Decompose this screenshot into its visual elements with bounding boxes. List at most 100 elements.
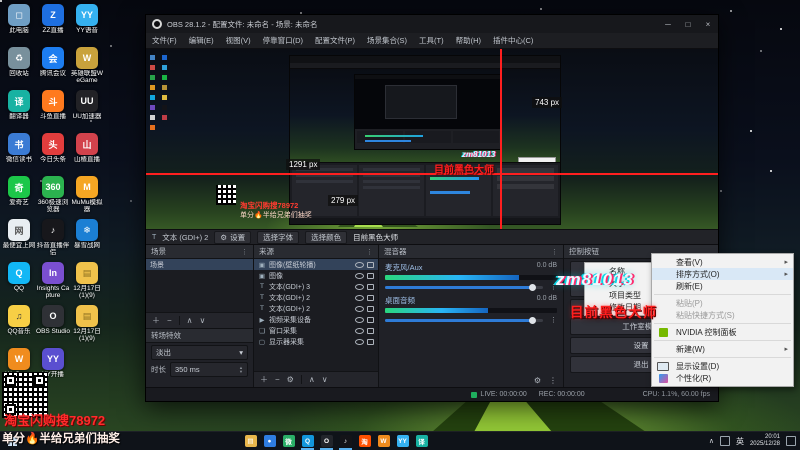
desktop-icon[interactable]: 会 腾讯会议	[36, 47, 70, 90]
desktop-icon[interactable]: UU UU加速器	[70, 90, 104, 133]
taskbar-app-button[interactable]: ●	[261, 432, 278, 450]
taskbar-app-button[interactable]: Q	[299, 432, 316, 450]
dock-menu-icon[interactable]: ⋮	[366, 248, 373, 256]
source-row[interactable]: ▶ 视频采集设备	[254, 314, 378, 325]
taskbar-app-button[interactable]: O	[318, 432, 335, 450]
desktop-icon[interactable]: 头 今日头条	[36, 133, 70, 176]
lock-icon[interactable]	[367, 316, 374, 323]
maximize-button[interactable]: □	[678, 15, 698, 33]
scene-up-button[interactable]: ∧	[187, 316, 193, 325]
desktop-icon[interactable]: 网 最便宜上网	[2, 219, 36, 262]
source-settings-button[interactable]: ⚙ 设置	[214, 230, 252, 244]
volume-slider[interactable]: ⋮	[385, 316, 557, 325]
desktop-icon[interactable]: M MuMu模拟器	[70, 176, 104, 219]
desktop-icon[interactable]: Z ZZ直播	[36, 4, 70, 47]
visibility-eye-icon[interactable]	[355, 327, 364, 334]
add-source-button[interactable]: ＋	[260, 374, 268, 385]
source-row[interactable]: ▣ 图像(壁纸轮播)	[254, 259, 378, 270]
close-button[interactable]: ×	[698, 15, 718, 33]
menubar-item[interactable]: 场景集合(S)	[361, 33, 413, 48]
desktop-icon[interactable]: ❄ 暴雪战网	[70, 219, 104, 262]
source-row[interactable]: T 文本(GDI+) 3	[254, 281, 378, 292]
tray-chevron-icon[interactable]: ∧	[709, 437, 714, 445]
menu-item-refresh[interactable]: 刷新(E)	[652, 280, 793, 292]
menubar-item[interactable]: 插件中心(C)	[487, 33, 539, 48]
menubar-item[interactable]: 编辑(E)	[183, 33, 220, 48]
menu-item-paste-shortcut[interactable]: 粘贴快捷方式(S)	[652, 309, 793, 321]
source-row[interactable]: ▣ 图像	[254, 270, 378, 281]
duration-spinner[interactable]: 350 ms ▲ ▼	[170, 362, 248, 377]
lock-icon[interactable]	[367, 261, 374, 268]
menu-item-paste[interactable]: 粘贴(P)	[652, 297, 793, 309]
taskbar-app-button[interactable]: 淘	[356, 432, 373, 450]
desktop-icon[interactable]: 斗 斗鱼直播	[36, 90, 70, 133]
minimize-button[interactable]: ─	[658, 15, 678, 33]
language-indicator[interactable]: 英	[736, 436, 744, 447]
desktop-icon[interactable]: W 英雄联盟WeGame	[70, 47, 104, 90]
select-font-button[interactable]: 选择字体	[257, 230, 300, 244]
menu-item-personalize[interactable]: 个性化(R)	[652, 372, 793, 384]
lock-icon[interactable]	[367, 327, 374, 334]
remove-scene-button[interactable]: −	[167, 316, 172, 325]
taskbar-app-button[interactable]: YY	[394, 432, 411, 450]
desktop-icon[interactable]: In Insights Capture	[36, 262, 70, 305]
menu-item-view[interactable]: 查看(V) ▸	[652, 256, 793, 268]
visibility-eye-icon[interactable]	[355, 316, 364, 323]
source-down-button[interactable]: ∨	[322, 375, 328, 384]
obs-titlebar[interactable]: OBS 28.1.2 - 配置文件: 未命名 - 场景: 未命名 ─ □ ×	[146, 15, 718, 33]
visibility-eye-icon[interactable]	[355, 338, 364, 345]
menubar-item[interactable]: 帮助(H)	[450, 33, 487, 48]
visibility-eye-icon[interactable]	[355, 294, 364, 301]
source-row[interactable]: T 文本(GDI+) 2	[254, 292, 378, 303]
visibility-eye-icon[interactable]	[355, 283, 364, 290]
desktop-icon[interactable]: YY YY语音	[70, 4, 104, 47]
desktop-icon[interactable]: ♻ 回收站	[2, 47, 36, 90]
source-up-button[interactable]: ∧	[309, 375, 315, 384]
taskbar-app-button[interactable]: ♪	[337, 432, 354, 450]
channel-options-icon[interactable]: ⋮	[550, 316, 557, 324]
slider-knob[interactable]	[528, 317, 536, 324]
scene-row[interactable]: 场景	[146, 259, 253, 270]
visibility-eye-icon[interactable]	[355, 261, 364, 268]
desktop-icon[interactable]: ♫ QQ音乐	[2, 305, 36, 348]
scene-down-button[interactable]: ∨	[200, 316, 206, 325]
lock-icon[interactable]	[367, 283, 374, 290]
dock-menu-icon[interactable]: ⋮	[551, 248, 558, 256]
preview-canvas[interactable]: 743 px 1291 px 279 px zm81013 目前黑色大师 淘宝闪…	[146, 49, 718, 229]
source-properties-button[interactable]: ⚙	[287, 375, 294, 384]
desktop-icon[interactable]: ♪ 抖音直播伴侣	[36, 219, 70, 262]
transition-select[interactable]: 淡出 ▾	[151, 345, 248, 360]
dock-menu-icon[interactable]: ⋮	[241, 248, 248, 256]
desktop-icon[interactable]: ◻ 此电脑	[2, 4, 36, 47]
desktop-icon[interactable]: 译 翻译器	[2, 90, 36, 133]
menu-item-sort[interactable]: 排序方式(O) ▸	[652, 268, 793, 280]
source-row[interactable]: T 文本(GDI+) 2	[254, 303, 378, 314]
sort-by-type[interactable]: 项目类型	[585, 289, 652, 301]
taskbar-app-button[interactable]: ▤	[242, 432, 259, 450]
tray-app-icon[interactable]	[719, 436, 730, 446]
desktop-icon[interactable]: 山 山楂直播	[70, 133, 104, 176]
menubar-item[interactable]: 文件(F)	[146, 33, 183, 48]
menu-item-nvidia[interactable]: NVIDIA 控制面板	[652, 326, 793, 338]
taskbar-app-button[interactable]: 译	[413, 432, 430, 450]
lock-icon[interactable]	[367, 294, 374, 301]
select-color-button[interactable]: 选择颜色	[305, 230, 348, 244]
lock-icon[interactable]	[367, 338, 374, 345]
taskbar-app-button[interactable]: 微	[280, 432, 297, 450]
volume-slider[interactable]: ⋮	[385, 283, 557, 292]
desktop-icon[interactable]: ▤ 12月17日(1)(9)	[70, 305, 104, 348]
desktop-icon[interactable]: ▤ 12月17日(1)(9)	[70, 262, 104, 305]
desktop-icon[interactable]: 360 360极速浏览器	[36, 176, 70, 219]
lock-icon[interactable]	[367, 305, 374, 312]
visibility-eye-icon[interactable]	[355, 272, 364, 279]
remove-source-button[interactable]: −	[275, 375, 280, 384]
menubar-item[interactable]: 停靠窗口(D)	[257, 33, 309, 48]
spinner-arrows-icon[interactable]: ▲ ▼	[239, 365, 243, 374]
menu-item-display-settings[interactable]: 显示设置(D)	[652, 360, 793, 372]
desktop-icon[interactable]: 书 微信读书	[2, 133, 36, 176]
notification-icon[interactable]	[786, 436, 796, 446]
desktop-icon[interactable]: O OBS Studio	[36, 305, 70, 348]
source-row[interactable]: ▢ 显示器采集	[254, 336, 378, 347]
desktop-icon[interactable]: 奇 爱奇艺	[2, 176, 36, 219]
menubar-item[interactable]: 视图(V)	[220, 33, 257, 48]
